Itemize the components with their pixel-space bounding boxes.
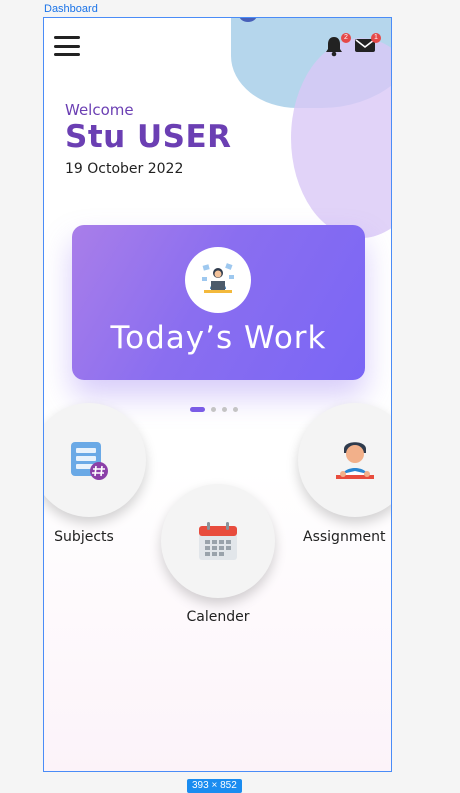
calendar-button[interactable] bbox=[161, 484, 275, 598]
calendar-icon bbox=[199, 522, 237, 560]
user-name: Stu USER bbox=[65, 119, 232, 155]
notifications-button[interactable]: 2 bbox=[324, 33, 351, 59]
card-title: Today’s Work bbox=[110, 320, 327, 356]
carousel-dot[interactable] bbox=[222, 407, 227, 412]
notification-count-badge: 2 bbox=[341, 33, 351, 43]
messages-button[interactable]: 1 bbox=[354, 33, 381, 59]
current-date: 19 October 2022 bbox=[65, 161, 184, 177]
carousel-dot-active[interactable] bbox=[190, 407, 205, 412]
calendar-label: Calender bbox=[186, 609, 250, 625]
hamburger-menu-icon[interactable] bbox=[54, 36, 80, 56]
todays-work-card[interactable]: Today’s Work bbox=[72, 225, 365, 380]
subjects-icon bbox=[71, 442, 108, 480]
subjects-label: Subjects bbox=[54, 529, 114, 545]
carousel-indicator[interactable] bbox=[190, 407, 238, 412]
carousel-dot[interactable] bbox=[233, 407, 238, 412]
message-count-badge: 1 bbox=[371, 33, 381, 43]
welcome-text: Welcome bbox=[65, 101, 134, 119]
carousel-dot[interactable] bbox=[211, 407, 216, 412]
person-at-desk-icon bbox=[185, 247, 251, 313]
assignments-label: Assignment bbox=[303, 529, 386, 545]
dashboard-screen: 2 1 Welcome Stu USER 19 October 2022 Tod… bbox=[43, 17, 392, 772]
frame-size-badge: 393 × 852 bbox=[187, 779, 242, 793]
frame-label: Dashboard bbox=[44, 3, 98, 15]
student-reading-icon bbox=[336, 442, 374, 479]
